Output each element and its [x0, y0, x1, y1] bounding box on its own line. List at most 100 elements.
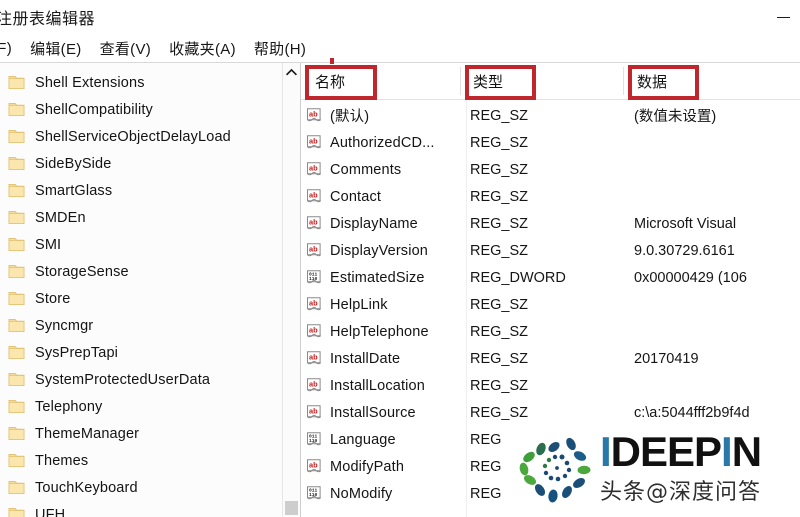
tree-item[interactable]: Themes — [0, 447, 300, 474]
tree-list: Shell Extensions ShellCompatibility ShellS… — [0, 63, 300, 517]
column-header-data-label: 数据 — [637, 73, 668, 91]
value-row[interactable]: 011 110 EstimatedSize REG_DWORD 0x00000429 (… — [301, 264, 800, 291]
value-name-cell: ab AuthorizedCD... — [301, 135, 461, 151]
tree-item[interactable]: SmartGlass — [0, 177, 300, 204]
svg-text:ab: ab — [309, 217, 318, 226]
value-row[interactable]: ab AuthorizedCD... REG_SZ — [301, 129, 800, 156]
value-row[interactable]: ab (默认) REG_SZ (数值未设置) — [301, 102, 800, 129]
tree-item[interactable]: UFH — [0, 501, 300, 517]
value-row[interactable]: ab InstallDate REG_SZ 20170419 — [301, 345, 800, 372]
tree-item-label: Store — [35, 290, 71, 307]
value-type-cell: REG_SZ — [470, 296, 529, 313]
value-row[interactable]: ab ModifyPath REG — [301, 453, 800, 480]
column-header-type[interactable]: 类型 — [461, 63, 624, 99]
string-value-icon: ab — [307, 404, 322, 418]
svg-text:ab: ab — [309, 325, 318, 334]
value-row[interactable]: 011 110 NoModify REG — [301, 480, 800, 507]
value-name-cell: ab InstallSource — [301, 405, 461, 421]
tree-item-label: ShellCompatibility — [35, 101, 153, 118]
window-controls — [766, 0, 800, 34]
value-name-cell: 011 110 EstimatedSize — [301, 270, 461, 286]
value-row[interactable]: ab InstallLocation REG_SZ — [301, 372, 800, 399]
string-value-icon: ab — [307, 161, 322, 175]
registry-values-list[interactable]: 名称 类型 数据 ab (默认) REG_SZ (数值未设置) ab Authorized… — [301, 63, 800, 517]
value-type-cell: REG_SZ — [470, 188, 529, 205]
svg-text:ab: ab — [309, 352, 318, 361]
value-name-label: HelpLink — [330, 296, 388, 313]
string-value-icon: ab — [306, 377, 323, 394]
value-name-label: Language — [330, 431, 396, 448]
tree-item[interactable]: SideBySide — [0, 150, 300, 177]
folder-icon — [8, 426, 25, 441]
folder-icon — [8, 373, 25, 386]
value-row[interactable]: ab Contact REG_SZ — [301, 183, 800, 210]
tree-item[interactable]: SMDEn — [0, 204, 300, 231]
string-value-icon: ab — [307, 377, 322, 391]
value-row[interactable]: ab HelpTelephone REG_SZ — [301, 318, 800, 345]
title-bar: 注册表编辑器 — [0, 0, 800, 34]
string-value-icon: ab — [307, 134, 322, 148]
minimize-button[interactable] — [766, 2, 800, 32]
list-column-line — [466, 99, 467, 517]
dword-value-icon: 011110 — [307, 431, 322, 445]
tree-item[interactable]: Telephony — [0, 393, 300, 420]
tree-item[interactable]: Syncmgr — [0, 312, 300, 339]
svg-text:ab: ab — [309, 298, 318, 307]
dword-value-icon: 011110 — [307, 485, 322, 499]
registry-key-tree[interactable]: Shell Extensions ShellCompatibility ShellS… — [0, 63, 301, 517]
folder-icon — [8, 75, 25, 90]
value-type-cell: REG_SZ — [470, 323, 529, 340]
value-name-label: Contact — [330, 188, 382, 205]
tree-item[interactable]: ShellCompatibility — [0, 96, 300, 123]
folder-icon — [8, 507, 25, 517]
dword-value-icon: 011110 — [306, 431, 323, 448]
tree-item[interactable]: SMI — [0, 231, 300, 258]
menu-help[interactable]: 帮助(H) — [245, 38, 315, 59]
menu-favorites[interactable]: 收藏夹(A) — [160, 38, 245, 59]
value-name-cell: ab Contact — [301, 189, 461, 205]
tree-item[interactable]: StorageSense — [0, 258, 300, 285]
value-data-cell: 9.0.30729.6161 — [634, 242, 735, 259]
value-name-cell: ab DisplayName — [301, 216, 461, 232]
tree-item[interactable]: Store — [0, 285, 300, 312]
tree-item[interactable]: SysPrepTapi — [0, 339, 300, 366]
value-row[interactable]: ab HelpLink REG_SZ — [301, 291, 800, 318]
folder-icon — [8, 481, 25, 494]
string-value-icon: ab — [307, 188, 322, 202]
value-row[interactable]: 011 110 Language REG — [301, 426, 800, 453]
tree-item-label: Syncmgr — [35, 317, 94, 334]
scroll-up-button[interactable] — [283, 63, 300, 80]
folder-icon — [8, 399, 25, 414]
string-value-icon: ab — [307, 323, 322, 337]
svg-text:ab: ab — [309, 136, 318, 145]
window-title: 注册表编辑器 — [0, 11, 96, 28]
string-value-icon: ab — [307, 215, 322, 229]
value-row[interactable]: ab InstallSource REG_SZ c:\a:5044fff2b9f4d — [301, 399, 800, 426]
string-value-icon: ab — [306, 215, 323, 232]
column-header-name[interactable]: 名称 — [301, 63, 461, 99]
value-row[interactable]: ab DisplayName REG_SZ Microsoft Visual — [301, 210, 800, 237]
tree-item[interactable]: SystemProtectedUserData — [0, 366, 300, 393]
value-name-cell: ab Comments — [301, 162, 461, 178]
value-name-label: InstallSource — [330, 404, 416, 421]
menu-edit[interactable]: 编辑(E) — [21, 38, 91, 59]
tree-item[interactable]: TouchKeyboard — [0, 474, 300, 501]
value-row[interactable]: ab Comments REG_SZ — [301, 156, 800, 183]
column-header-data[interactable]: 数据 — [624, 63, 800, 99]
value-name-label: (默认) — [330, 109, 370, 125]
tree-item-label: Telephony — [35, 398, 103, 415]
tree-item[interactable]: ShellServiceObjectDelayLoad — [0, 123, 300, 150]
value-name-label: NoModify — [330, 485, 393, 502]
value-row[interactable]: ab DisplayVersion REG_SZ 9.0.30729.6161 — [301, 237, 800, 264]
tree-item[interactable]: Shell Extensions — [0, 69, 300, 96]
menu-file[interactable]: (F) — [0, 40, 21, 57]
tree-vertical-scrollbar[interactable] — [282, 63, 300, 517]
tree-item-label: ThemeManager — [35, 425, 140, 442]
scrollbar-thumb[interactable] — [285, 501, 298, 515]
value-type-cell: REG_SZ — [470, 377, 529, 394]
folder-icon — [8, 130, 25, 143]
menu-view[interactable]: 查看(V) — [91, 38, 161, 59]
tree-item-label: SysPrepTapi — [35, 344, 119, 361]
value-name-cell: 011 110 Language — [301, 432, 461, 448]
tree-item[interactable]: ThemeManager — [0, 420, 300, 447]
